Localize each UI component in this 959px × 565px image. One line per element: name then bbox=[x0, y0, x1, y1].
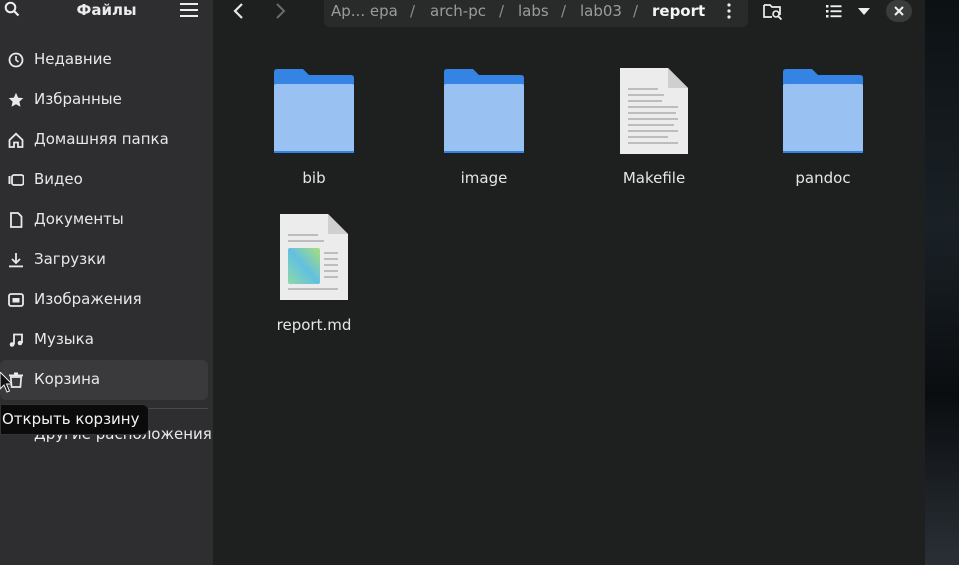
sidebar-item-label: Загрузки bbox=[34, 250, 106, 268]
music-icon bbox=[9, 333, 23, 347]
breadcrumb-current[interactable]: report bbox=[652, 2, 705, 20]
breadcrumb-segment[interactable]: labs bbox=[518, 2, 549, 20]
markdown-file-icon bbox=[280, 214, 348, 300]
sidebar-item-home[interactable]: Домашняя папка bbox=[0, 120, 213, 160]
file-name: pandoc bbox=[795, 169, 851, 187]
sidebar-item-pictures[interactable]: Изображения bbox=[0, 280, 213, 320]
sidebar-item-label: Видео bbox=[34, 170, 83, 188]
sidebar-item-trash[interactable]: Корзина bbox=[0, 360, 208, 400]
breadcrumb-separator: / bbox=[561, 2, 567, 20]
file-item-folder[interactable]: image bbox=[414, 68, 554, 188]
search-folder-icon[interactable] bbox=[763, 2, 783, 20]
list-view-icon[interactable] bbox=[824, 2, 844, 20]
file-item-file[interactable]: report.md bbox=[244, 212, 384, 336]
back-icon[interactable] bbox=[230, 2, 248, 20]
download-icon bbox=[9, 253, 23, 268]
image-icon bbox=[8, 293, 24, 307]
video-icon bbox=[8, 174, 24, 186]
text-file-icon bbox=[620, 68, 688, 154]
breadcrumb-separator: / bbox=[633, 2, 639, 20]
sidebar-nav: Недавние Избранные Домашняя папка Видео … bbox=[0, 40, 213, 400]
breadcrumb-separator: / bbox=[410, 2, 416, 20]
folder-icon bbox=[444, 69, 524, 153]
breadcrumb-segment[interactable]: lab03 bbox=[580, 2, 622, 20]
document-icon bbox=[10, 212, 23, 228]
file-name: image bbox=[460, 169, 508, 187]
sidebar-item-label: Корзина bbox=[34, 370, 101, 388]
star-icon bbox=[8, 92, 24, 107]
breadcrumb-segment[interactable]: arch-pc bbox=[430, 2, 486, 20]
hamburger-menu-icon[interactable] bbox=[180, 3, 198, 17]
sidebar-header: Файлы bbox=[0, 0, 213, 22]
sidebar-item-recent[interactable]: Недавние bbox=[0, 40, 213, 80]
sidebar-item-label: Избранные bbox=[34, 90, 122, 108]
sidebar-item-label: Домашняя папка bbox=[34, 130, 169, 148]
sidebar-item-label: Музыка bbox=[34, 330, 94, 348]
tooltip: Открыть корзину bbox=[0, 404, 150, 435]
sidebar-item-label: Недавние bbox=[34, 50, 112, 68]
sidebar-item-starred[interactable]: Избранные bbox=[0, 80, 213, 120]
file-name: report.md bbox=[276, 316, 352, 334]
header-bar: Ар... ера / arch-pc / labs / lab03 / rep… bbox=[213, 0, 925, 28]
desktop-background bbox=[925, 0, 959, 565]
sidebar-item-music[interactable]: Музыка bbox=[0, 320, 213, 360]
file-grid: bib image Makefile pandoc report.md bbox=[213, 28, 925, 565]
folder-icon bbox=[783, 69, 863, 153]
mouse-cursor-icon bbox=[0, 372, 12, 393]
breadcrumb: Ар... ера / arch-pc / labs / lab03 / rep… bbox=[324, 0, 748, 27]
home-icon bbox=[8, 132, 24, 148]
forward-icon[interactable] bbox=[271, 2, 289, 20]
breadcrumb-segment[interactable]: Ар... ера bbox=[331, 2, 398, 20]
close-button[interactable] bbox=[886, 0, 912, 22]
file-manager-window: Файлы Недавние Избранные Домашняя папка … bbox=[0, 0, 925, 565]
file-item-folder[interactable]: pandoc bbox=[753, 68, 893, 188]
recent-icon bbox=[8, 52, 24, 68]
more-options-icon[interactable] bbox=[726, 3, 732, 19]
sidebar-item-label: Изображения bbox=[34, 290, 142, 308]
file-item-folder[interactable]: bib bbox=[244, 68, 384, 188]
sidebar-item-videos[interactable]: Видео bbox=[0, 160, 213, 200]
file-name: Makefile bbox=[622, 169, 686, 187]
sidebar-item-downloads[interactable]: Загрузки bbox=[0, 240, 213, 280]
file-name: bib bbox=[302, 169, 326, 187]
file-item-file[interactable]: Makefile bbox=[584, 66, 724, 188]
sidebar-item-label: Документы bbox=[34, 210, 124, 228]
view-options-dropdown-icon[interactable] bbox=[854, 2, 874, 20]
sidebar-item-documents[interactable]: Документы bbox=[0, 200, 213, 240]
folder-icon bbox=[274, 69, 354, 153]
sidebar: Файлы Недавние Избранные Домашняя папка … bbox=[0, 0, 213, 565]
close-icon bbox=[894, 6, 904, 16]
breadcrumb-separator: / bbox=[499, 2, 505, 20]
